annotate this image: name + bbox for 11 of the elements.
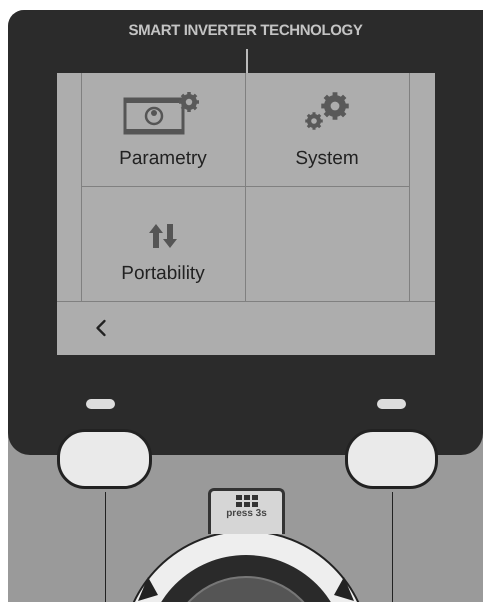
menu-tile[interactable]: Parametry bbox=[82, 72, 246, 186]
menu-tile[interactable]: System bbox=[246, 72, 410, 186]
led-indicator bbox=[376, 398, 406, 408]
up-down-arrows-icon bbox=[147, 222, 179, 250]
led-indicator bbox=[86, 398, 114, 408]
grid-icon bbox=[236, 495, 258, 508]
right-soft-button[interactable] bbox=[345, 429, 438, 489]
brand-text: SMART INVERTER TECHNOLOGY bbox=[128, 21, 362, 41]
menu-tile[interactable]: Portability bbox=[82, 186, 246, 300]
menu-button[interactable]: press 3s bbox=[208, 488, 285, 534]
left-soft-button[interactable] bbox=[57, 429, 152, 489]
